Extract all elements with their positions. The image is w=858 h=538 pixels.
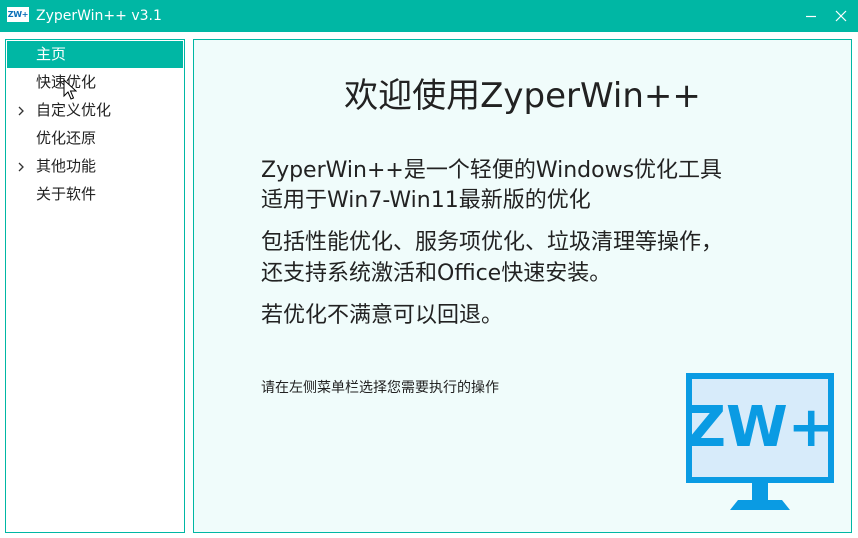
close-icon [835, 10, 847, 22]
sidebar-item-label: 其他功能 [36, 157, 97, 175]
close-button[interactable] [826, 0, 856, 32]
description-line: 若优化不满意可以回退。 [261, 303, 504, 328]
logo-text: ZW+ [686, 395, 834, 460]
menu-hint-text: 请在左侧菜单栏选择您需要执行的操作 [261, 380, 499, 396]
sidebar-item-quick-optimize[interactable]: 快速优化 [7, 69, 183, 96]
mouse-cursor-icon [63, 79, 77, 100]
main-panel: 欢迎使用ZyperWin++ ZyperWin++是一个轻便的Windows优化… [193, 39, 852, 533]
description-line: ZyperWin++是一个轻便的Windows优化工具 [261, 158, 723, 183]
app-window: ZW+ ZyperWin++ v3.1 主页 快速优化 自定义优化 [0, 0, 858, 538]
minimize-button[interactable] [796, 0, 826, 32]
app-icon: ZW+ [7, 7, 29, 22]
sidebar-item-about[interactable]: 关于软件 [7, 181, 183, 208]
sidebar-menu: 主页 快速优化 自定义优化 优化还原 其他功能 关于软件 [5, 39, 185, 533]
sidebar-item-restore[interactable]: 优化还原 [7, 125, 183, 152]
zw-monitor-logo-icon: ZW+ [686, 373, 834, 510]
sidebar-item-label: 关于软件 [36, 185, 97, 203]
title-bar[interactable]: ZW+ ZyperWin++ v3.1 [0, 0, 858, 32]
chevron-right-icon[interactable] [16, 105, 26, 117]
description-line: 还支持系统激活和Office快速安装。 [261, 261, 612, 286]
sidebar-item-home[interactable]: 主页 [7, 41, 183, 68]
description-line: 包括性能优化、服务项优化、垃圾清理等操作， [261, 230, 724, 255]
window-title: ZyperWin++ v3.1 [36, 8, 162, 24]
sidebar-item-other-functions[interactable]: 其他功能 [7, 153, 183, 180]
sidebar-item-custom-optimize[interactable]: 自定义优化 [7, 97, 183, 124]
chevron-right-icon[interactable] [16, 161, 26, 173]
sidebar-item-label: 优化还原 [36, 129, 97, 147]
welcome-heading: 欢迎使用ZyperWin++ [344, 76, 701, 116]
minimize-icon [806, 15, 816, 18]
sidebar-item-label: 主页 [36, 45, 67, 63]
description-line: 适用于Win7-Win11最新版的优化 [261, 188, 591, 213]
sidebar-item-label: 自定义优化 [36, 101, 112, 119]
